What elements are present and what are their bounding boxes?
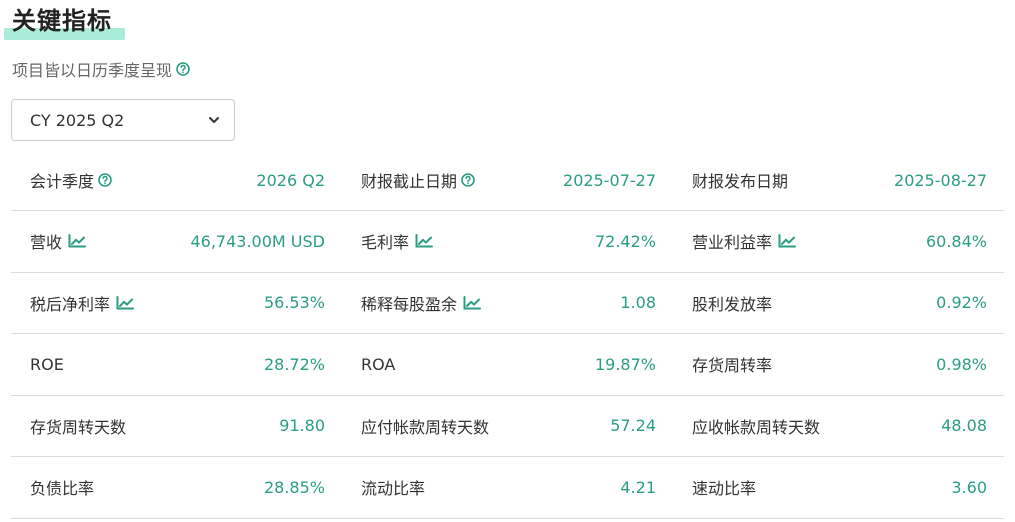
metric-label: 应付帐款周转天数 xyxy=(361,414,489,438)
metric-label: 财报发布日期 xyxy=(692,168,788,192)
metric-value: 46,743.00M USD xyxy=(190,231,325,251)
metric-label-text: 速动比率 xyxy=(692,479,757,499)
metric-cell: 存货周转率 0.98% xyxy=(673,352,1004,376)
metric-cell: ROE 28.72% xyxy=(11,355,342,374)
metric-value: 56.53% xyxy=(263,293,325,313)
metric-label-text: 流动比率 xyxy=(361,479,426,499)
metric-label-text: 毛利率 xyxy=(361,233,410,253)
chart-icon[interactable] xyxy=(415,234,434,248)
metric-cell: 存货周转天数 91.80 xyxy=(11,414,342,438)
metrics-table: 会计季度 2026 Q2 财报截止日期 2025-07-27 财报发布日期 2025-08… xyxy=(11,150,1004,519)
metric-label-text: ROA xyxy=(361,354,396,374)
metric-label: 税后净利率 xyxy=(30,291,135,315)
chevron-down-icon xyxy=(209,117,219,123)
metric-label: 财报截止日期 xyxy=(361,168,475,192)
metric-value: 48.08 xyxy=(941,416,987,436)
metric-label-text: 财报截止日期 xyxy=(361,172,458,191)
metric-label-text: 应付帐款周转天数 xyxy=(361,417,490,437)
help-icon[interactable] xyxy=(98,173,112,187)
title-block: 关键指标 xyxy=(4,4,125,42)
help-icon[interactable] xyxy=(176,62,190,76)
metric-value: 72.42% xyxy=(594,231,656,251)
table-row: 负债比率 28.85% 流动比率 4.21 速动比率 3.60 xyxy=(11,457,1004,519)
metric-value: 0.98% xyxy=(936,354,987,374)
metric-label-text: 营收 xyxy=(30,233,63,253)
metric-cell: 负债比率 28.85% xyxy=(11,475,342,499)
metric-value: 60.84% xyxy=(925,231,987,251)
metric-label-text: 存货周转率 xyxy=(692,356,773,376)
chart-icon[interactable] xyxy=(116,295,135,310)
table-row: 税后净利率 56.53% 稀释每股盈余 1.08 股利发放率 0.92% xyxy=(11,273,1004,334)
metric-label: ROE xyxy=(30,355,64,374)
metric-value: 2025-08-27 xyxy=(894,170,987,190)
metric-label: 会计季度 xyxy=(30,168,112,192)
help-icon[interactable] xyxy=(461,173,475,187)
metric-value: 0.92% xyxy=(936,293,987,313)
metric-label-text: 营业利益率 xyxy=(692,233,773,253)
metric-label: 稀释每股盈余 xyxy=(361,291,482,315)
metric-cell: 营收 46,743.00M USD xyxy=(11,229,342,253)
table-row: 营收 46,743.00M USD 毛利率 72.42% 营业利益率 60.84% xyxy=(11,211,1004,273)
table-row: 会计季度 2026 Q2 财报截止日期 2025-07-27 财报发布日期 2025-08… xyxy=(11,150,1004,211)
metric-label: 存货周转率 xyxy=(692,352,772,376)
metric-cell: 应收帐款周转天数 48.08 xyxy=(673,414,1004,438)
metric-label-text: 稀释每股盈余 xyxy=(361,294,458,314)
metric-value: 2026 Q2 xyxy=(256,170,325,190)
metric-value: 91.80 xyxy=(279,416,325,436)
metric-cell: ROA 19.87% xyxy=(342,355,673,374)
period-select-value: CY 2025 Q2 xyxy=(30,110,125,130)
metric-cell: 速动比率 3.60 xyxy=(673,475,1004,499)
metric-label: 存货周转天数 xyxy=(30,414,126,438)
metric-cell: 财报截止日期 2025-07-27 xyxy=(342,168,673,192)
metric-label-text: 税后净利率 xyxy=(30,294,111,314)
metric-label-text: ROE xyxy=(30,354,64,374)
metric-label: 毛利率 xyxy=(361,229,434,253)
chart-icon[interactable] xyxy=(463,295,482,310)
subtitle-text: 项目皆以日历季度呈现 xyxy=(12,61,173,80)
subtitle-row: 项目皆以日历季度呈现 xyxy=(12,58,190,80)
metric-cell: 会计季度 2026 Q2 xyxy=(11,168,342,192)
metric-value: 57.24 xyxy=(610,416,656,436)
metric-value: 2025-07-27 xyxy=(563,170,656,190)
metric-label: 流动比率 xyxy=(361,475,425,499)
metric-value: 28.85% xyxy=(263,477,325,497)
metric-value: 3.60 xyxy=(951,477,987,497)
metric-label: 负债比率 xyxy=(30,475,94,499)
metric-cell: 股利发放率 0.92% xyxy=(673,291,1004,315)
metric-label: ROA xyxy=(361,355,395,374)
metric-label: 应收帐款周转天数 xyxy=(692,414,820,438)
chart-icon[interactable] xyxy=(68,234,87,248)
page-title: 关键指标 xyxy=(12,7,112,35)
metric-value: 19.87% xyxy=(594,354,656,374)
metric-value: 1.08 xyxy=(620,293,656,313)
metric-label: 营业利益率 xyxy=(692,229,797,253)
metric-label: 股利发放率 xyxy=(692,291,772,315)
metric-cell: 稀释每股盈余 1.08 xyxy=(342,291,673,315)
metric-value: 28.72% xyxy=(263,354,325,374)
metric-label-text: 股利发放率 xyxy=(692,294,773,314)
metric-label-text: 财报发布日期 xyxy=(692,172,789,191)
metric-label-text: 存货周转天数 xyxy=(30,417,127,437)
table-row: 存货周转天数 91.80 应付帐款周转天数 57.24 应收帐款周转天数 48.08 xyxy=(11,396,1004,457)
table-row: ROE 28.72% ROA 19.87% 存货周转率 0.98% xyxy=(11,334,1004,396)
metric-label-text: 负债比率 xyxy=(30,479,95,499)
metric-cell: 税后净利率 56.53% xyxy=(11,291,342,315)
metric-value: 4.21 xyxy=(620,477,656,497)
metric-cell: 毛利率 72.42% xyxy=(342,229,673,253)
metric-label: 营收 xyxy=(30,229,87,253)
metric-cell: 应付帐款周转天数 57.24 xyxy=(342,414,673,438)
metric-cell: 流动比率 4.21 xyxy=(342,475,673,499)
metric-label: 速动比率 xyxy=(692,475,756,499)
metric-label-text: 会计季度 xyxy=(30,172,95,191)
metric-cell: 财报发布日期 2025-08-27 xyxy=(673,168,1004,192)
chart-icon[interactable] xyxy=(778,234,797,248)
key-metrics-page: 关键指标 项目皆以日历季度呈现 CY 2025 Q2 会计季度 2026 Q2 财报… xyxy=(0,0,1015,522)
period-select[interactable]: CY 2025 Q2 xyxy=(11,99,235,141)
metric-cell: 营业利益率 60.84% xyxy=(673,229,1004,253)
metric-label-text: 应收帐款周转天数 xyxy=(692,417,821,437)
